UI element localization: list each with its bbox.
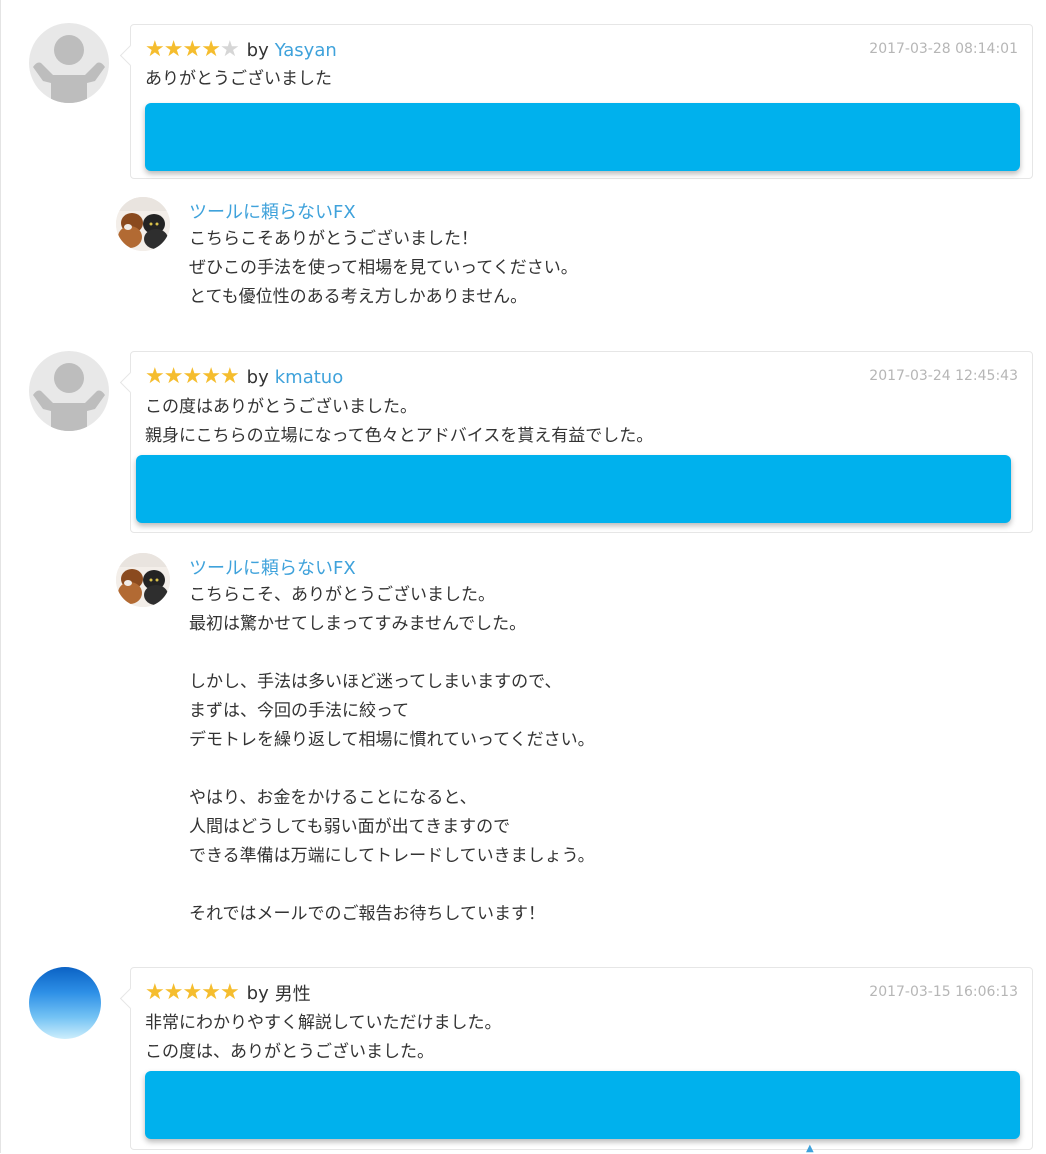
review-header: ★ ★ ★ ★ ★ by kmatuo	[145, 364, 343, 390]
star-filled-icon: ★	[182, 37, 202, 62]
reviewer-name: 男性	[274, 984, 311, 1005]
page-left-border	[0, 0, 1, 1153]
review-text: 非常にわかりやすく解説していただけました。 この度は、ありがとうございました。	[145, 1013, 502, 1062]
reviewer-avatar	[29, 967, 101, 1039]
star-rating: ★ ★ ★ ★ ★	[145, 980, 240, 1005]
review-card: ★ ★ ★ ★ ★ by 男性 2017-03-15 16:06:13 非常にわかりやす…	[119, 967, 1033, 1150]
user-silhouette-icon	[33, 35, 105, 103]
review-header: ★ ★ ★ ★ ★ by Yasyan	[145, 37, 337, 63]
seller-reply-text: こちらこそ、ありがとうございました。 最初は驚かせてしまってすみませんでした。 …	[189, 585, 595, 924]
seller-name-link[interactable]: ツールに頼らないFX	[189, 198, 356, 224]
star-filled-icon: ★	[145, 37, 165, 62]
star-empty-icon: ★	[219, 37, 240, 62]
scroll-up-arrow-icon[interactable]: ▲	[806, 1143, 822, 1154]
review-card: ★ ★ ★ ★ ★ by kmatuo 2017-03-24 12:45:43 この度は…	[119, 351, 1033, 533]
user-silhouette-icon	[33, 363, 105, 431]
star-filled-icon: ★	[182, 980, 202, 1005]
reviewer-name-link[interactable]: Yasyan	[275, 40, 337, 61]
star-filled-icon: ★	[201, 364, 221, 389]
reviewer-avatar	[29, 23, 109, 103]
by-label: by	[246, 366, 269, 388]
star-filled-icon: ★	[145, 364, 165, 389]
cta-banner-button[interactable]	[145, 1071, 1020, 1139]
star-filled-icon: ★	[163, 364, 184, 389]
by-label: by	[246, 982, 269, 1004]
review-text: ありがとうございました	[145, 69, 332, 89]
cats-photo-icon	[116, 197, 170, 251]
review-timestamp: 2017-03-28 08:14:01	[869, 41, 1018, 57]
review-timestamp: 2017-03-15 16:06:13	[869, 984, 1018, 1000]
star-filled-icon: ★	[163, 980, 184, 1005]
star-filled-icon: ★	[219, 364, 240, 389]
star-filled-icon: ★	[163, 37, 184, 62]
seller-avatar	[116, 197, 170, 251]
star-filled-icon: ★	[201, 37, 221, 62]
star-filled-icon: ★	[145, 980, 165, 1005]
cta-banner-button[interactable]	[145, 103, 1020, 171]
seller-avatar	[116, 553, 170, 607]
review-text: この度はありがとうございました。 親身にこちらの立場になって色々とアドバイスを貰…	[145, 397, 654, 446]
review-card: ★ ★ ★ ★ ★ by Yasyan 2017-03-28 08:14:01 ありがと…	[119, 24, 1033, 179]
reviewer-avatar	[29, 351, 109, 431]
star-rating: ★ ★ ★ ★ ★	[145, 364, 240, 389]
reviewer-name-link[interactable]: kmatuo	[275, 367, 343, 388]
by-label: by	[246, 39, 269, 61]
cats-photo-icon	[116, 553, 170, 607]
star-filled-icon: ★	[182, 364, 202, 389]
star-filled-icon: ★	[219, 980, 240, 1005]
seller-reply-text: こちらこそありがとうございました！ ぜひこの手法を使って相場を見ていってください…	[189, 229, 578, 307]
star-rating: ★ ★ ★ ★ ★	[145, 37, 240, 62]
review-header: ★ ★ ★ ★ ★ by 男性	[145, 980, 311, 1006]
seller-name-link[interactable]: ツールに頼らないFX	[189, 554, 356, 580]
review-timestamp: 2017-03-24 12:45:43	[869, 368, 1018, 384]
star-filled-icon: ★	[201, 980, 221, 1005]
cta-banner-button[interactable]	[136, 455, 1011, 523]
